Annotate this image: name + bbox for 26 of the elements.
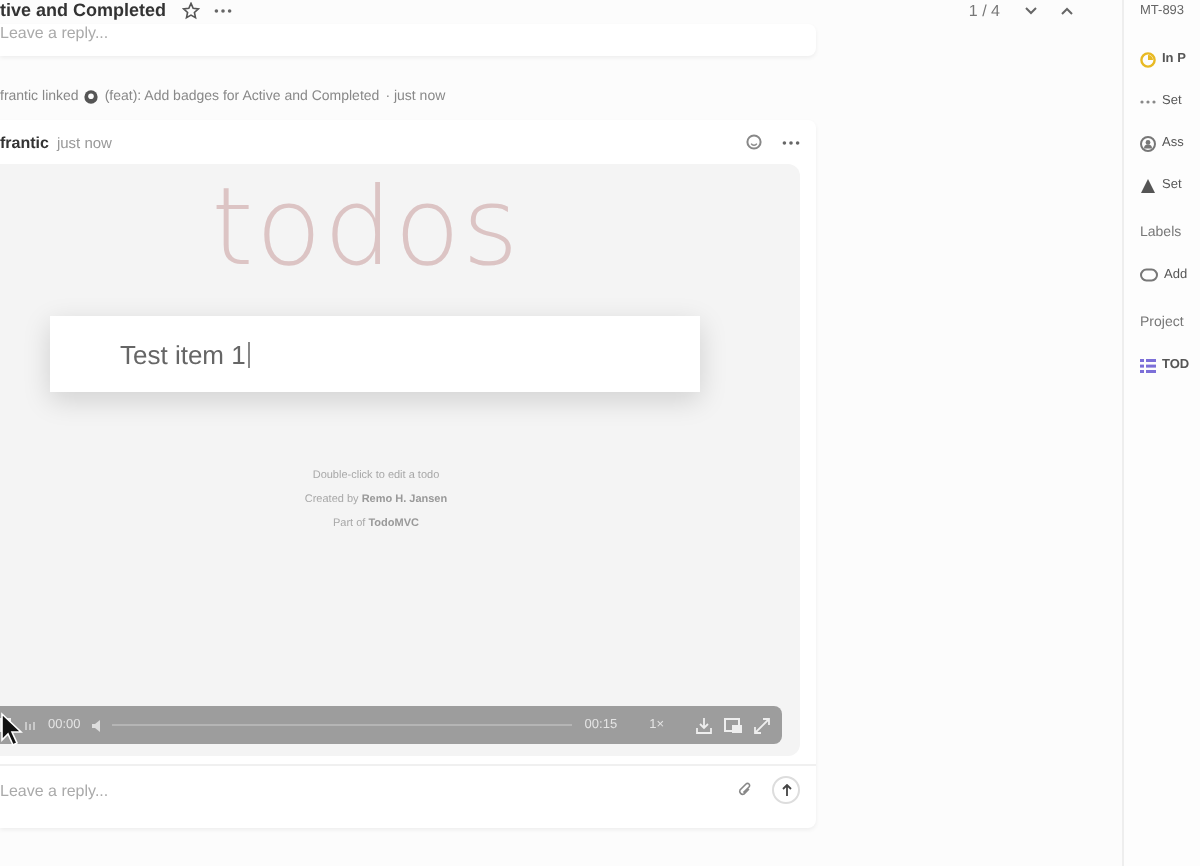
volume-icon[interactable] — [92, 719, 101, 731]
picture-in-picture-icon[interactable] — [724, 717, 742, 733]
download-icon[interactable] — [696, 717, 712, 733]
mouse-pointer-icon — [0, 712, 24, 748]
list-icon — [1140, 357, 1156, 373]
pager-count: 1 / 4 — [968, 1, 1000, 19]
arrow-up-icon — [781, 784, 791, 796]
person-icon — [1140, 135, 1156, 151]
tag-icon — [1140, 268, 1158, 282]
star-icon[interactable] — [182, 1, 201, 19]
comment-author: frantic — [0, 133, 49, 151]
issue-title: tive and Completed — [0, 0, 167, 20]
chevron-up-icon[interactable] — [1060, 5, 1074, 15]
attach-button[interactable] — [738, 782, 752, 798]
todo-input[interactable]: Test item 1 — [50, 316, 700, 392]
paperclip-icon — [738, 782, 752, 798]
reply-field[interactable]: Leave a reply... — [0, 24, 816, 41]
warning-icon — [1140, 177, 1156, 193]
more-icon[interactable] — [782, 139, 800, 145]
send-button[interactable] — [772, 776, 800, 804]
emoji-icon[interactable] — [746, 134, 762, 150]
more-icon[interactable] — [214, 7, 233, 13]
chevron-down-icon[interactable] — [1024, 5, 1038, 15]
fullscreen-icon[interactable] — [754, 717, 770, 733]
in-progress-icon — [1140, 51, 1156, 67]
reply-field[interactable]: Leave a reply... — [0, 781, 718, 799]
